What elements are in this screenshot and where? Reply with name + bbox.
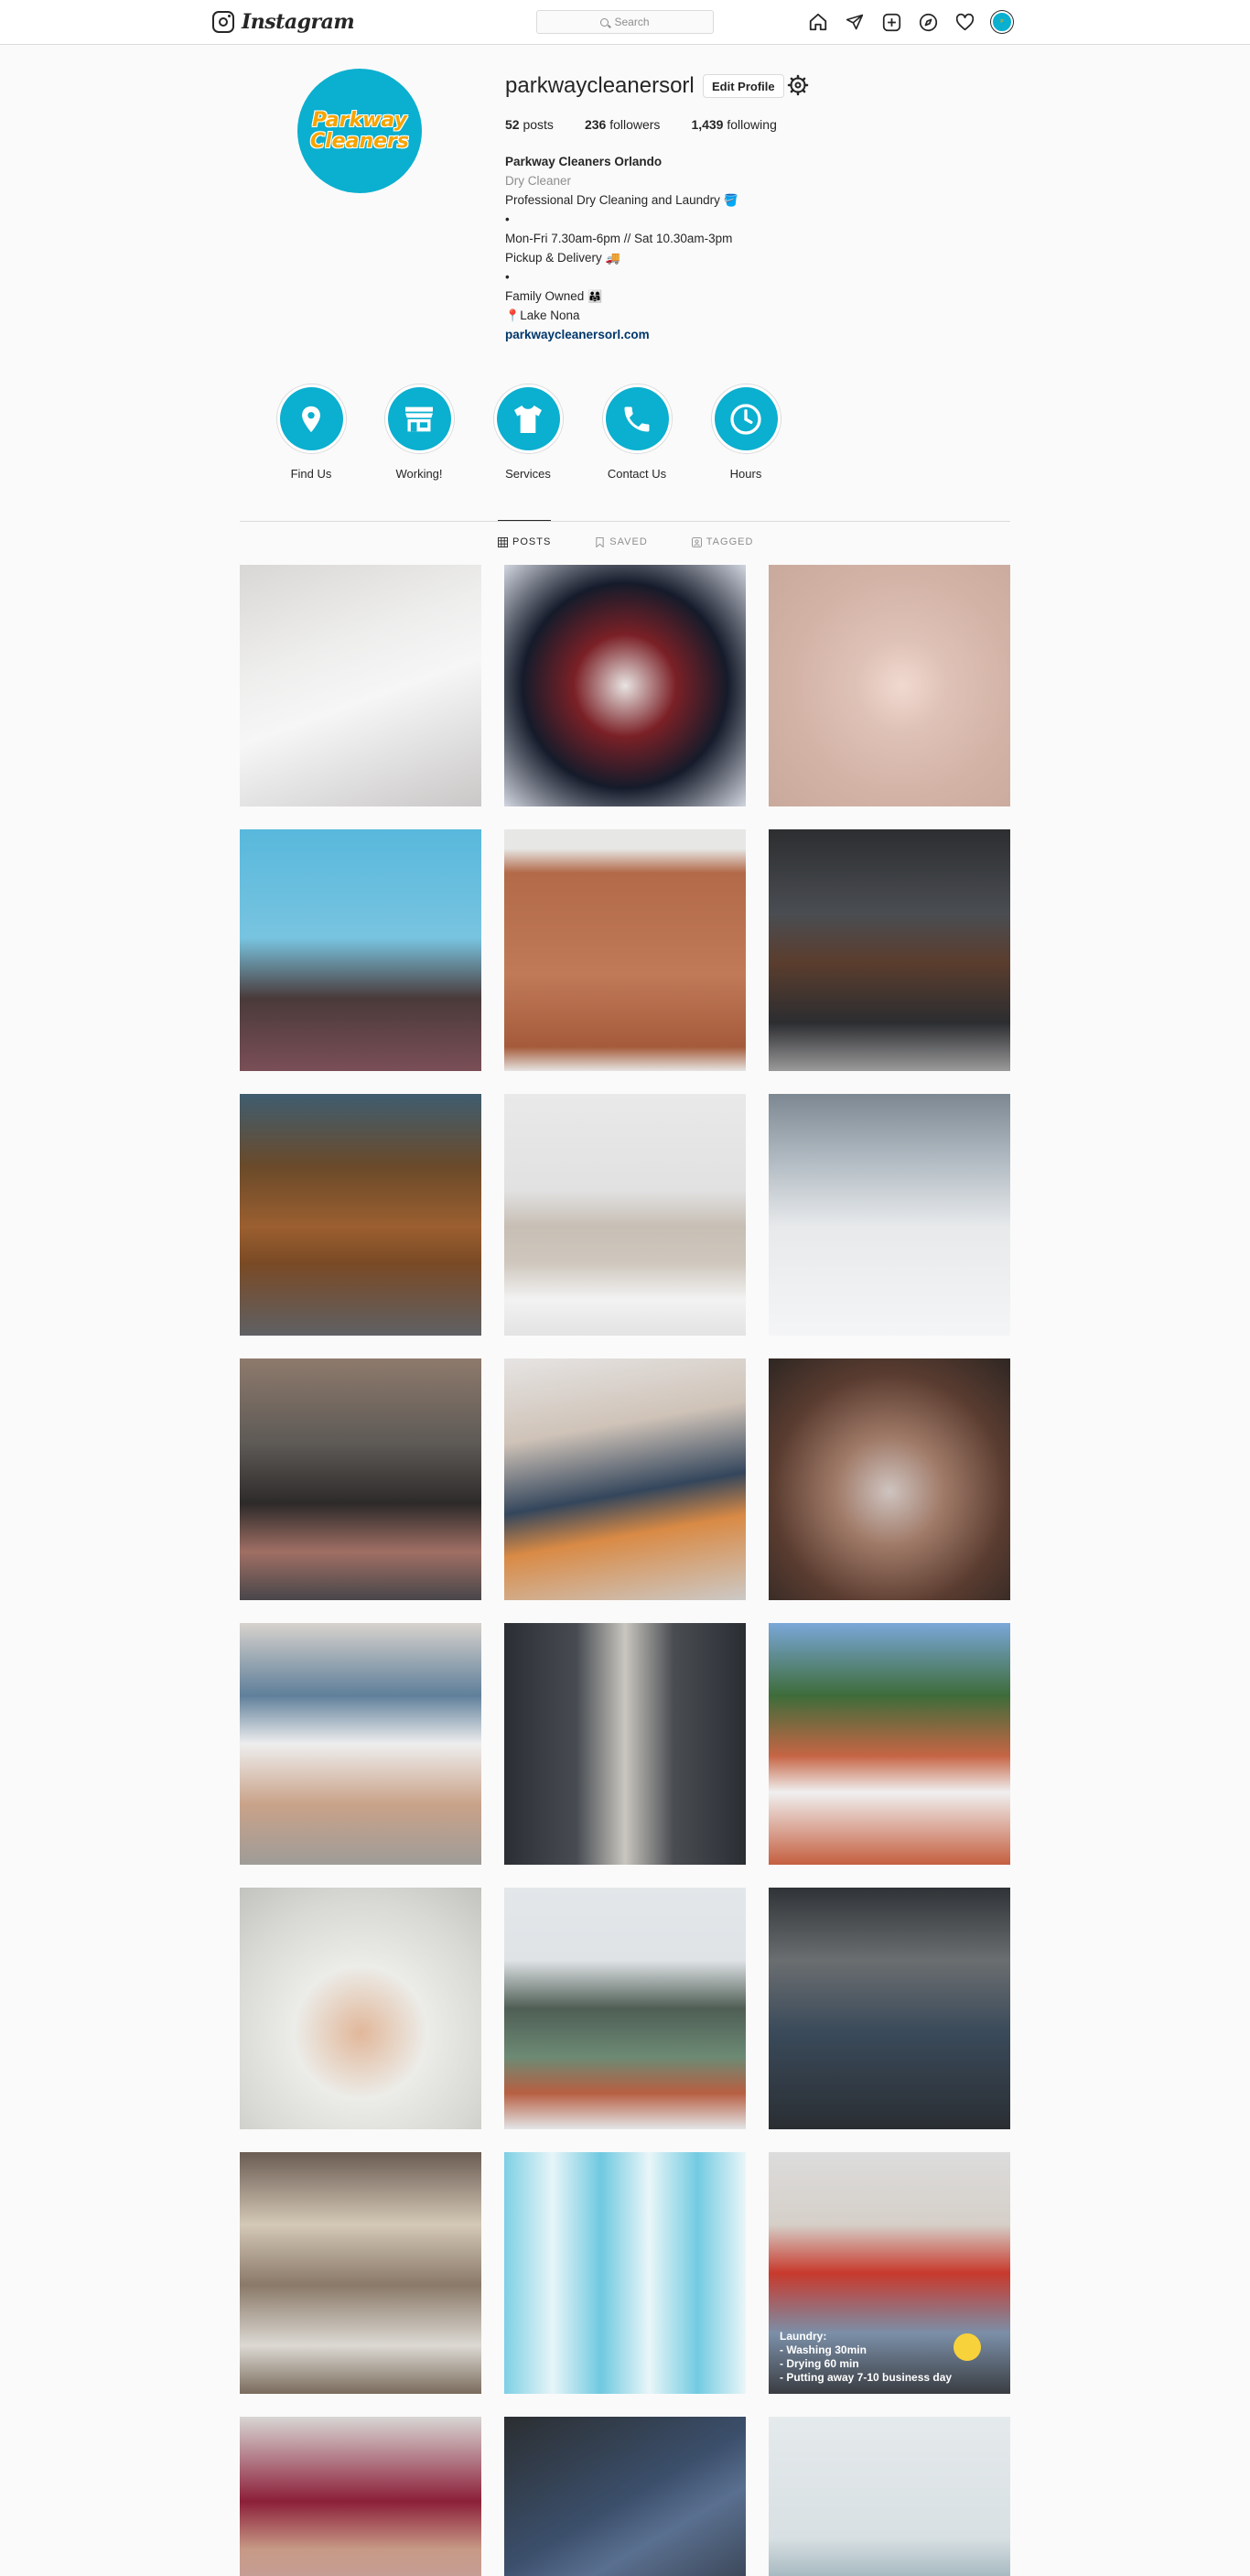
post-thumbnail[interactable] [240, 1888, 481, 2129]
tab-posts[interactable]: POSTS [498, 520, 552, 563]
post-thumbnail[interactable] [504, 2152, 746, 2394]
bio-line: Family Owned 👨‍👩‍👧 [505, 287, 738, 306]
post-thumbnail[interactable] [769, 2417, 1010, 2576]
post-thumbnail[interactable] [240, 1623, 481, 1865]
post-thumbnail[interactable] [769, 1094, 1010, 1336]
profile-bio: Parkway Cleaners Orlando Dry Cleaner Pro… [505, 152, 738, 344]
new-post-icon[interactable] [881, 12, 901, 32]
post-thumbnail[interactable] [769, 565, 1010, 806]
highlight-working[interactable]: Working! [378, 384, 460, 481]
post-thumbnail[interactable] [504, 1888, 746, 2129]
bio-line: Mon-Fri 7.30am-6pm // Sat 10.30am-3pm [505, 232, 733, 245]
location-pin-icon [302, 406, 320, 432]
store-icon [405, 406, 433, 431]
grid-icon [498, 536, 508, 547]
bio-line: Pickup & Delivery 🚚 [505, 248, 738, 267]
post-thumbnail[interactable] [504, 1094, 746, 1336]
profile-category: Dry Cleaner [505, 174, 572, 188]
profile-stats: 52 posts 236 followers 1,439 following [505, 117, 777, 132]
post-thumbnail[interactable] [504, 1358, 746, 1600]
highlight-label: Find Us [290, 467, 332, 481]
nav-icons: P [808, 11, 1013, 33]
post-thumbnail[interactable] [240, 565, 481, 806]
search-placeholder: Search [614, 16, 650, 28]
profile-username: parkwaycleanersorl [505, 73, 695, 98]
highlight-label: Working! [395, 467, 443, 481]
family-emoji-icon: 👨‍👩‍👧 [587, 289, 603, 303]
explore-icon[interactable] [918, 12, 938, 32]
posts-grid: Laundry: - Washing 30min - Drying 60 min… [240, 565, 1010, 2576]
post-thumbnail[interactable] [504, 2417, 746, 2576]
post-thumbnail[interactable] [240, 1094, 481, 1336]
post-thumbnail[interactable] [504, 829, 746, 1071]
highlight-services[interactable]: Services [487, 384, 569, 481]
top-nav: Instagram Search P [0, 0, 1250, 45]
post-caption-overlay: Laundry: - Washing 30min - Drying 60 min… [780, 2330, 953, 2384]
search-input[interactable]: Search [536, 10, 714, 34]
highlight-contact-us[interactable]: Contact Us [596, 384, 678, 481]
highlight-label: Contact Us [607, 467, 667, 481]
edit-profile-button[interactable]: Edit Profile [703, 74, 784, 98]
home-icon[interactable] [808, 12, 828, 32]
post-thumbnail[interactable] [769, 829, 1010, 1071]
search-icon [600, 17, 609, 27]
following-stat[interactable]: 1,439 following [691, 117, 776, 132]
highlight-hours[interactable]: Hours [705, 384, 787, 481]
tab-saved[interactable]: SAVED [595, 520, 647, 563]
highlight-label: Hours [729, 467, 762, 481]
instagram-logo[interactable]: Instagram [212, 8, 355, 36]
post-thumbnail[interactable] [240, 829, 481, 1071]
bio-line: Professional Dry Cleaning and Laundry 🪣 [505, 190, 738, 210]
smiley-sticker-icon [954, 2333, 981, 2361]
post-thumbnail[interactable] [240, 2417, 481, 2576]
profile-avatar[interactable]: P [991, 11, 1013, 33]
bio-line: 📍Lake Nona [505, 306, 738, 325]
direct-icon[interactable] [845, 12, 865, 32]
posts-stat: 52 posts [505, 117, 554, 132]
profile-website-link[interactable]: parkwaycleanersorl.com [505, 328, 650, 341]
post-thumbnail[interactable] [504, 1623, 746, 1865]
post-thumbnail[interactable] [769, 1888, 1010, 2129]
profile-tabs: POSTS SAVED TAGGED [498, 520, 754, 563]
clock-icon [730, 403, 761, 435]
profile-avatar-large[interactable]: Parkway Cleaners [297, 69, 422, 193]
bio-dot: • [505, 270, 510, 284]
camera-icon [212, 11, 234, 33]
highlight-find-us[interactable]: Find Us [270, 384, 352, 481]
post-thumbnail[interactable] [240, 1358, 481, 1600]
bookmark-icon [596, 536, 604, 547]
settings-gear-icon[interactable] [787, 74, 809, 96]
profile-full-name: Parkway Cleaners Orlando [505, 155, 663, 168]
highlight-label: Services [505, 467, 551, 481]
post-thumbnail[interactable] [769, 1623, 1010, 1865]
post-thumbnail[interactable]: Laundry: - Washing 30min - Drying 60 min… [769, 2152, 1010, 2394]
post-thumbnail[interactable] [504, 565, 746, 806]
phone-icon [624, 406, 650, 431]
bio-dot: • [505, 212, 510, 226]
avatar-text-line1: Parkway [312, 109, 407, 132]
tshirt-icon [514, 405, 542, 433]
followers-stat[interactable]: 236 followers [585, 117, 661, 132]
post-thumbnail[interactable] [240, 2152, 481, 2394]
delivery-truck-emoji-icon: 🚚 [605, 251, 620, 265]
bucket-emoji-icon: 🪣 [723, 193, 738, 207]
post-thumbnail[interactable] [769, 1358, 1010, 1600]
location-pin-emoji-icon: 📍 [505, 308, 521, 322]
tagged-user-icon [691, 536, 702, 547]
avatar-text-line2: Cleaners [310, 130, 409, 153]
tab-tagged[interactable]: TAGGED [691, 520, 754, 563]
logo-wordmark: Instagram [242, 10, 355, 34]
activity-icon[interactable] [954, 12, 975, 32]
